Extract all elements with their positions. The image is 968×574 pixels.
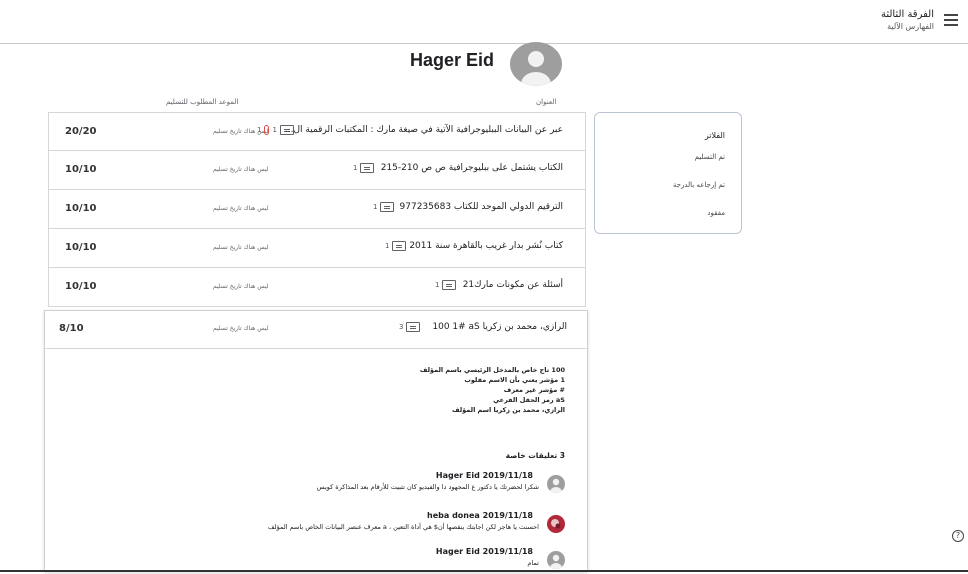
comment-date: 2019/11/18 <box>482 511 533 520</box>
comment-count: 1 <box>353 164 358 172</box>
comment-count: 1 <box>373 203 378 211</box>
comment-count: 1 <box>385 242 390 250</box>
filter-missing[interactable]: مفقود <box>707 209 725 217</box>
expanded-assignment: 8/10 ليس هناك تاريخ تسليم 3 100 1# aS ال… <box>44 310 588 572</box>
avatar <box>547 551 565 569</box>
hamburger-menu-icon[interactable] <box>944 14 958 26</box>
avatar <box>547 515 565 533</box>
comment-count: 1 <box>435 281 440 289</box>
assignment-due: ليس هناك تاريخ تسليم <box>213 325 269 332</box>
assignment-row[interactable]: 10/10 ليس هناك تاريخ تسليم 1 الترقيم الد… <box>48 190 586 229</box>
student-header: Hager Eid <box>406 40 576 86</box>
assignment-row[interactable]: 10/10 ليس هناك تاريخ تسليم 1 كتاب نُشر ب… <box>48 229 586 268</box>
assignment-meta: 1 <box>373 202 395 212</box>
assignment-row[interactable]: 10/10 ليس هناك تاريخ تسليم 1 أسئلة عن مك… <box>48 268 586 307</box>
assignment-grade: 10/10 <box>65 203 97 214</box>
comment-count: 3 <box>399 323 404 331</box>
assignment-grade: 20/20 <box>65 126 97 137</box>
comment-icon <box>406 322 421 332</box>
comment-author: Hager Eid <box>435 547 480 556</box>
window-bottom-border <box>0 570 968 572</box>
note-line: 100 تاج خاص بالمدخل الرئيسي باسم المؤلف <box>419 366 565 374</box>
assignment-grade: 10/10 <box>65 164 97 175</box>
assignment-due: ليس هناك تاريخ تسليم <box>213 166 269 173</box>
comment-icon <box>442 280 457 290</box>
help-icon[interactable]: ? <box>952 530 964 542</box>
private-comment: Hager Eid 2019/11/18 شكرا لحضرتك يا دكتو… <box>47 469 587 503</box>
comment-date: 2019/11/18 <box>482 547 533 556</box>
column-header-due: الموعد المطلوب للتسليم <box>166 98 239 106</box>
expanded-assignment-header[interactable]: 8/10 ليس هناك تاريخ تسليم 3 100 1# aS ال… <box>45 311 587 349</box>
comment-author: heba donea <box>427 511 480 520</box>
attachment-icon <box>264 125 270 135</box>
comment-header: Hager Eid 2019/11/18 <box>436 471 539 480</box>
assignment-title: كتاب نُشر بدار غريب بالقاهرة سنة 2011 <box>409 241 563 251</box>
comment-text: شكرا لحضرتك يا دكتور ع المجهود دا والفيد… <box>316 483 539 491</box>
comment-header: heba donea 2019/11/18 <box>427 511 539 520</box>
assignment-row[interactable]: 10/10 ليس هناك تاريخ تسليم 1 الكتاب يشتم… <box>48 151 586 190</box>
class-subject: الفهارس الآلية <box>887 22 934 31</box>
assignment-title: أسئلة عن مكونات مارك21 <box>462 280 563 290</box>
assignment-title: 100 1# aS الرازي، محمد بن زكريا <box>432 322 567 332</box>
filter-returned-graded[interactable]: تم إرجاعه بالدرجة <box>673 181 725 189</box>
comment-icon <box>392 241 407 251</box>
private-comments-heading[interactable]: 3 تعليقات خاصة <box>506 451 565 460</box>
assignment-meta: 3 <box>399 322 421 332</box>
assignment-grade: 8/10 <box>59 323 84 334</box>
assignment-title: الترقيم الدولي الموحد للكتاب 977235683 <box>399 202 563 212</box>
note-line: # مؤشر غير معرف <box>503 386 565 394</box>
private-comment: heba donea 2019/11/18 احسنت يا هاجر لكن … <box>47 509 587 543</box>
note-line: 1 مؤشر يعني بأن الاسم مقلوب <box>464 376 565 384</box>
attachment-count: 1 <box>257 126 262 134</box>
comment-icon <box>360 163 375 173</box>
filter-card: الفلاتر تم التسليم تم إرجاعه بالدرجة مفق… <box>594 112 742 234</box>
filter-turned-in[interactable]: تم التسليم <box>695 153 725 161</box>
top-app-bar: الفرقة الثالثة الفهارس الآلية <box>0 0 968 44</box>
assignment-grade: 10/10 <box>65 242 97 253</box>
comment-text: احسنت يا هاجر لكن اجابتك ينقصها أن$ هي أ… <box>267 523 539 531</box>
assignment-due: ليس هناك تاريخ تسليم <box>213 244 269 251</box>
assignment-grade: 10/10 <box>65 281 97 292</box>
note-line: aS رمز الحقل الفرعي <box>493 396 565 404</box>
assignment-notes: 100 تاج خاص بالمدخل الرئيسي باسم المؤلف … <box>265 365 565 415</box>
assignment-row[interactable]: 20/20 ليس هناك تاريخ تسليم 1 1 عبر عن ال… <box>48 112 586 151</box>
assignment-title: عبر عن البيانات الببليوجرافية الآتية في … <box>284 125 563 135</box>
comment-date: 2019/11/18 <box>482 471 533 480</box>
assignment-meta: 1 <box>353 163 375 173</box>
note-line: الرازي، محمد بن زكريا اسم المؤلف <box>452 406 565 414</box>
comment-icon <box>380 202 395 212</box>
column-header-title: العنوان <box>536 98 557 106</box>
assignment-meta: 1 <box>435 280 457 290</box>
class-name: الفرقة الثالثة <box>880 9 934 20</box>
assignment-due: ليس هناك تاريخ تسليم <box>213 205 269 212</box>
filters-heading: الفلاتر <box>704 131 725 140</box>
avatar <box>547 475 565 493</box>
assignment-due: ليس هناك تاريخ تسليم <box>213 283 269 290</box>
comment-count: 1 <box>272 126 277 134</box>
comment-header: Hager Eid 2019/11/18 <box>436 547 539 556</box>
assignment-meta: 1 <box>385 241 407 251</box>
comment-author: Hager Eid <box>435 471 480 480</box>
avatar <box>510 42 562 86</box>
assignment-title: الكتاب يشتمل على ببليوجرافية ص ص 210-215 <box>380 163 563 173</box>
student-name: Hager Eid <box>410 50 495 70</box>
comment-text: تمام <box>527 559 539 567</box>
class-title[interactable]: الفرقة الثالثة الفهارس الآلية <box>881 8 934 32</box>
